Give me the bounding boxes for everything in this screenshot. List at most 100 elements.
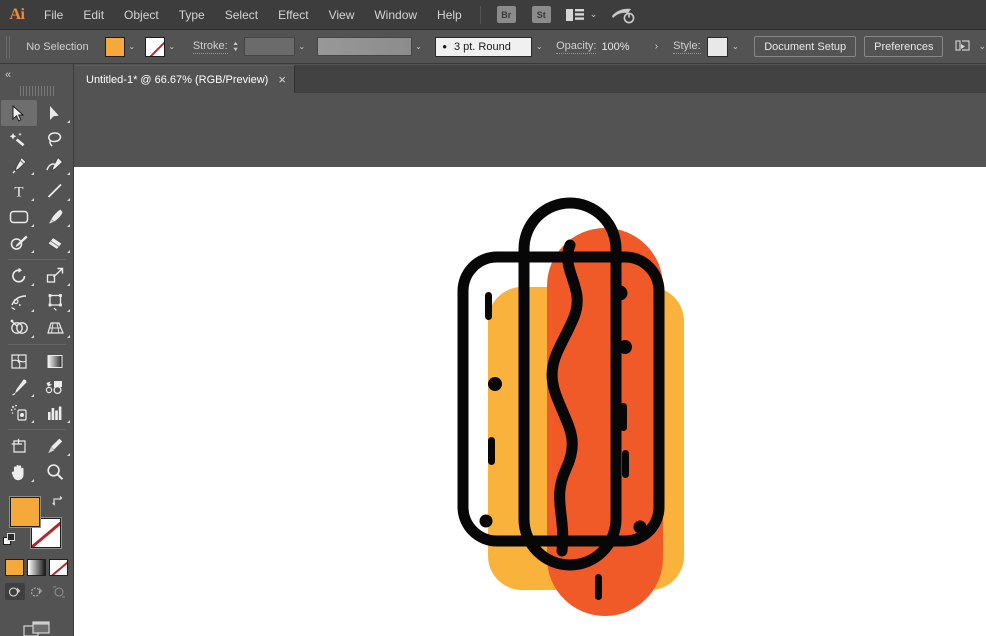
hand-tool[interactable]	[1, 459, 37, 485]
stroke-weight-input[interactable]	[244, 37, 295, 56]
menu-window[interactable]: Window	[364, 0, 427, 30]
menu-effect[interactable]: Effect	[268, 0, 318, 30]
canvas-area[interactable]	[74, 93, 986, 636]
stroke-profile-chevron-down-icon[interactable]: ⌄	[412, 42, 426, 51]
fill-color-proxy[interactable]	[10, 497, 40, 527]
tools-divider	[8, 259, 66, 260]
bun-seed-dash	[485, 292, 492, 320]
menu-view[interactable]: View	[319, 0, 365, 30]
style-label: Style:	[673, 40, 701, 54]
default-fill-stroke-icon[interactable]	[3, 533, 16, 551]
eyedropper-tool[interactable]	[1, 374, 37, 400]
slice-tool[interactable]	[37, 433, 73, 459]
tool-corner-indicator	[67, 453, 70, 456]
bun-seed-dash	[622, 450, 629, 478]
draw-behind-mode[interactable]	[27, 583, 47, 600]
width-tool[interactable]	[1, 289, 37, 315]
opacity-input[interactable]: 100%	[596, 37, 649, 56]
workspace-chevron-down-icon[interactable]: ⌄	[590, 9, 598, 20]
app-logo-icon: Ai	[0, 0, 34, 30]
pen-tool[interactable]	[1, 152, 37, 178]
tools-panel-grip[interactable]	[20, 86, 54, 96]
screen-mode-row	[0, 620, 73, 636]
menu-edit[interactable]: Edit	[73, 0, 114, 30]
search-adobe-icon[interactable]	[611, 6, 635, 24]
color-mode-color[interactable]	[5, 559, 24, 576]
align-options-icon[interactable]	[955, 39, 973, 54]
swap-fill-stroke-icon[interactable]	[51, 495, 65, 513]
canvas-scroll-gutter	[74, 93, 986, 167]
type-tool[interactable]: T	[1, 178, 37, 204]
change-screen-mode[interactable]	[23, 620, 51, 636]
stroke-weight-label: Stroke:	[193, 40, 228, 54]
rotate-tool[interactable]	[1, 263, 37, 289]
document-tab-bar: Untitled-1* @ 66.67% (RGB/Preview) ×	[74, 65, 986, 93]
document-tab[interactable]: Untitled-1* @ 66.67% (RGB/Preview) ×	[74, 65, 295, 93]
perspective-grid-tool[interactable]	[37, 315, 73, 341]
close-icon[interactable]: ×	[278, 73, 286, 86]
tool-corner-indicator	[31, 394, 34, 397]
tool-corner-indicator	[67, 420, 70, 423]
bun-seed-dash	[620, 403, 627, 431]
draw-mode-row	[0, 583, 73, 600]
stroke-profile-preview[interactable]	[317, 37, 412, 56]
style-chevron-down-icon[interactable]: ⌄	[728, 42, 742, 51]
menu-file[interactable]: File	[34, 0, 73, 30]
lasso-tool[interactable]	[37, 126, 73, 152]
tool-corner-indicator	[31, 224, 34, 227]
direct-selection-tool[interactable]	[37, 100, 73, 126]
free-transform-tool[interactable]	[37, 289, 73, 315]
artboard-tool[interactable]	[1, 433, 37, 459]
fill-chevron-down-icon[interactable]: ⌄	[125, 42, 139, 51]
shaper-tool[interactable]	[1, 230, 37, 256]
rectangle-tool[interactable]	[1, 204, 37, 230]
control-bar-grip[interactable]	[6, 36, 11, 58]
menu-select[interactable]: Select	[215, 0, 268, 30]
document-setup-button[interactable]: Document Setup	[754, 36, 856, 57]
selection-tool[interactable]	[1, 100, 37, 126]
color-mode-none[interactable]	[49, 559, 68, 576]
paintbrush-tool[interactable]	[37, 204, 73, 230]
blend-tool[interactable]	[37, 374, 73, 400]
curvature-tool[interactable]	[37, 152, 73, 178]
tool-corner-indicator	[67, 198, 70, 201]
stroke-color-swatch[interactable]	[145, 37, 165, 57]
stroke-weight-chevron-down-icon[interactable]: ⌄	[295, 42, 309, 51]
collapse-panel-icon[interactable]: «	[5, 69, 11, 81]
draw-inside-mode[interactable]	[49, 583, 69, 600]
stroke-weight-stepper[interactable]: ▲▼	[231, 41, 241, 53]
bun-seed-dash	[488, 437, 495, 465]
graphic-style-swatch[interactable]	[707, 37, 729, 57]
zoom-tool[interactable]	[37, 459, 73, 485]
preferences-button[interactable]: Preferences	[864, 36, 943, 57]
fill-color-swatch[interactable]	[105, 37, 125, 57]
stroke-chevron-down-icon[interactable]: ⌄	[165, 42, 179, 51]
eraser-tool[interactable]	[37, 230, 73, 256]
menu-help[interactable]: Help	[427, 0, 472, 30]
mesh-tool[interactable]	[1, 348, 37, 374]
gradient-tool[interactable]	[37, 348, 73, 374]
brush-definition-chevron-down-icon[interactable]: ⌄	[532, 42, 546, 51]
scale-tool[interactable]	[37, 263, 73, 289]
tool-corner-indicator	[31, 479, 34, 482]
shape-builder-tool[interactable]	[1, 315, 37, 341]
color-mode-gradient[interactable]	[27, 559, 46, 576]
bridge-badge-icon[interactable]: Br	[497, 6, 516, 23]
artboard[interactable]	[74, 167, 986, 636]
tool-corner-indicator	[31, 198, 34, 201]
opacity-chevron-right-icon[interactable]: ›	[650, 41, 663, 52]
magic-wand-tool[interactable]	[1, 126, 37, 152]
menu-type[interactable]: Type	[169, 0, 215, 30]
line-segment-tool[interactable]	[37, 178, 73, 204]
brush-definition-select[interactable]: • 3 pt. Round	[435, 37, 532, 57]
column-graph-tool[interactable]	[37, 400, 73, 426]
tools-panel-header: «	[0, 64, 73, 86]
color-mode-row	[0, 559, 73, 576]
align-chevron-down-icon[interactable]: ⌄	[978, 41, 986, 52]
symbol-sprayer-tool[interactable]	[1, 400, 37, 426]
stock-badge-icon[interactable]: St	[532, 6, 551, 23]
workspace-switcher-icon[interactable]	[565, 8, 585, 22]
draw-normal-mode[interactable]	[5, 583, 25, 600]
menu-object[interactable]: Object	[114, 0, 169, 30]
hot-dog-artwork[interactable]	[74, 167, 986, 636]
